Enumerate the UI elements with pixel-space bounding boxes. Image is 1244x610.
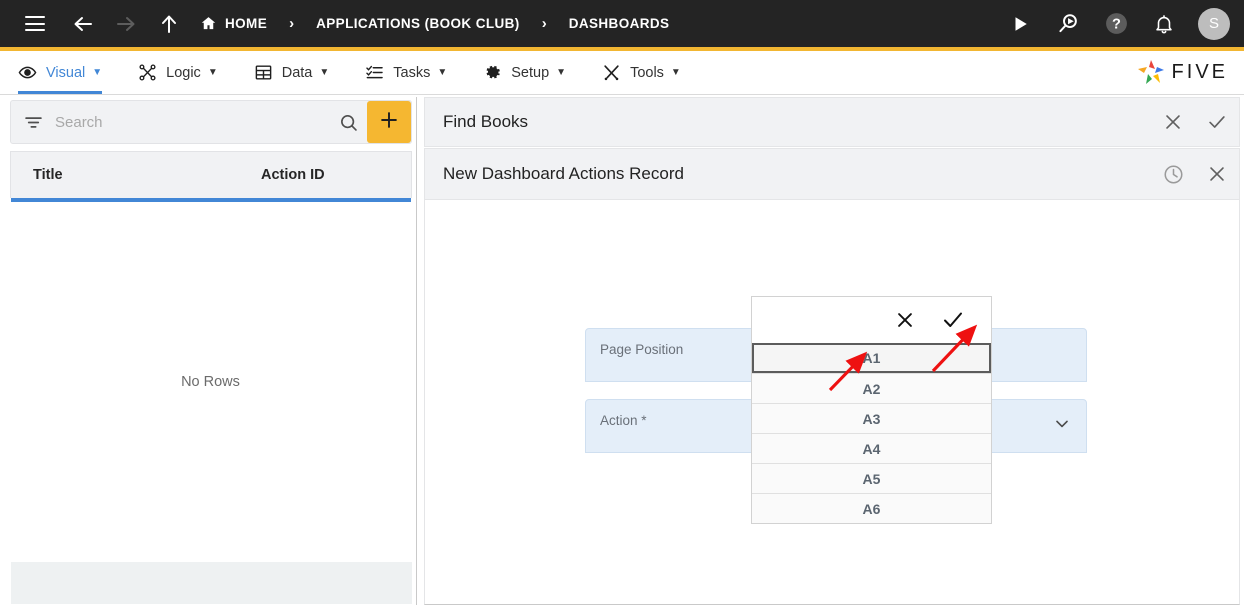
- breadcrumb-home-label: HOME: [225, 16, 268, 31]
- filter-icon[interactable]: [11, 112, 55, 133]
- menu-item-setup-label: Setup: [511, 64, 550, 81]
- menu-item-logic[interactable]: Logic ▼: [138, 51, 218, 94]
- menu-item-tools-label: Tools: [630, 64, 664, 81]
- dropdown-confirm-button[interactable]: [929, 300, 977, 340]
- breadcrumb-home[interactable]: HOME: [200, 15, 267, 32]
- column-header-title[interactable]: Title: [11, 167, 239, 183]
- avatar[interactable]: S: [1198, 7, 1230, 40]
- records-sidebar: Title Action ID No Rows: [4, 97, 417, 605]
- add-record-button[interactable]: [367, 101, 411, 143]
- gear-icon: [483, 63, 502, 82]
- empty-state-message: No Rows: [181, 374, 240, 390]
- dropdown-cancel-button[interactable]: [881, 300, 929, 340]
- dropdown-option-a4[interactable]: A4: [752, 433, 991, 463]
- arrow-up-icon[interactable]: [152, 7, 186, 41]
- menu-item-tasks[interactable]: Tasks ▼: [365, 51, 447, 94]
- checklist-icon: [365, 63, 384, 82]
- menu-item-logic-label: Logic: [166, 64, 201, 81]
- records-table-header: Title Action ID: [10, 151, 412, 198]
- search-play-icon[interactable]: [1051, 7, 1085, 41]
- page-title: Find Books: [443, 112, 529, 131]
- grid-icon: [254, 63, 273, 82]
- svg-text:?: ?: [1112, 17, 1121, 33]
- top-navigation-bar: HOME › APPLICATIONS (BOOK CLUB) › DASHBO…: [0, 0, 1244, 47]
- menu-item-tools[interactable]: Tools ▼: [602, 51, 681, 94]
- action-dropdown-popup: A1 A2 A3 A4 A5 A6: [751, 296, 992, 524]
- menu-item-data-label: Data: [281, 64, 313, 81]
- plus-icon: [378, 109, 400, 136]
- confirm-panel-button[interactable]: [1195, 98, 1239, 146]
- tools-icon: [602, 63, 621, 82]
- search-input[interactable]: [55, 113, 329, 131]
- record-title: New Dashboard Actions Record: [443, 164, 684, 183]
- help-circle-icon[interactable]: ?: [1099, 7, 1133, 41]
- menu-item-tasks-label: Tasks: [393, 64, 431, 81]
- menu-item-visual-label: Visual: [46, 64, 86, 81]
- breadcrumb-separator-1: ›: [289, 15, 295, 32]
- chevron-down-icon: ▼: [92, 67, 103, 78]
- dropdown-option-a3[interactable]: A3: [752, 403, 991, 433]
- five-logo-text: FIVE: [1171, 61, 1228, 83]
- eye-icon: [18, 63, 37, 82]
- column-header-action-id[interactable]: Action ID: [239, 167, 325, 183]
- home-icon: [200, 15, 217, 32]
- breadcrumb-dashboards-label: DASHBOARDS: [568, 16, 670, 31]
- chevron-down-icon: ▼: [437, 67, 448, 78]
- module-menu-bar: Visual ▼ Logic ▼ Data ▼ Tasks ▼ Setup ▼: [0, 51, 1244, 95]
- close-panel-button[interactable]: [1151, 98, 1195, 146]
- sidebar-footer: [11, 562, 412, 604]
- record-header: New Dashboard Actions Record: [424, 148, 1240, 200]
- five-star-mark: [1137, 60, 1164, 84]
- breadcrumb-dashboards[interactable]: DASHBOARDS: [569, 16, 670, 31]
- five-logo: FIVE: [1136, 59, 1228, 86]
- close-record-button[interactable]: [1195, 150, 1239, 198]
- chevron-down-icon[interactable]: [1052, 414, 1072, 439]
- search-bar: [10, 100, 412, 144]
- chevron-down-icon: ▼: [319, 67, 330, 78]
- dropdown-option-a1[interactable]: A1: [752, 343, 991, 373]
- search-icon[interactable]: [329, 112, 367, 133]
- breadcrumb-applications[interactable]: APPLICATIONS (BOOK CLUB): [316, 16, 520, 31]
- dropdown-option-a2[interactable]: A2: [752, 373, 991, 403]
- nodes-icon: [138, 63, 157, 82]
- menu-item-setup[interactable]: Setup ▼: [483, 51, 566, 94]
- breadcrumb-separator-2: ›: [541, 15, 547, 32]
- action-label: Action *: [600, 413, 647, 428]
- history-button[interactable]: [1151, 150, 1195, 198]
- hamburger-menu-icon[interactable]: [18, 7, 52, 41]
- bell-icon[interactable]: [1147, 7, 1181, 41]
- dropdown-option-a6[interactable]: A6: [752, 493, 991, 523]
- arrow-right-icon: [109, 7, 143, 41]
- dropdown-option-a5[interactable]: A5: [752, 463, 991, 493]
- chevron-down-icon: ▼: [670, 67, 681, 78]
- panel-header: Find Books: [424, 97, 1240, 147]
- page-position-label: Page Position: [600, 342, 684, 357]
- breadcrumb-applications-label: APPLICATIONS (BOOK CLUB): [316, 16, 520, 31]
- chevron-down-icon: ▼: [556, 67, 567, 78]
- menu-item-data[interactable]: Data ▼: [254, 51, 330, 94]
- play-icon[interactable]: [1003, 7, 1037, 41]
- chevron-down-icon: ▼: [207, 67, 218, 78]
- arrow-left-icon[interactable]: [66, 7, 100, 41]
- menu-item-visual[interactable]: Visual ▼: [18, 51, 103, 94]
- dropdown-toolbar: [752, 297, 991, 343]
- dropdown-option-list: A1 A2 A3 A4 A5 A6: [752, 343, 991, 523]
- avatar-initial: S: [1208, 15, 1219, 32]
